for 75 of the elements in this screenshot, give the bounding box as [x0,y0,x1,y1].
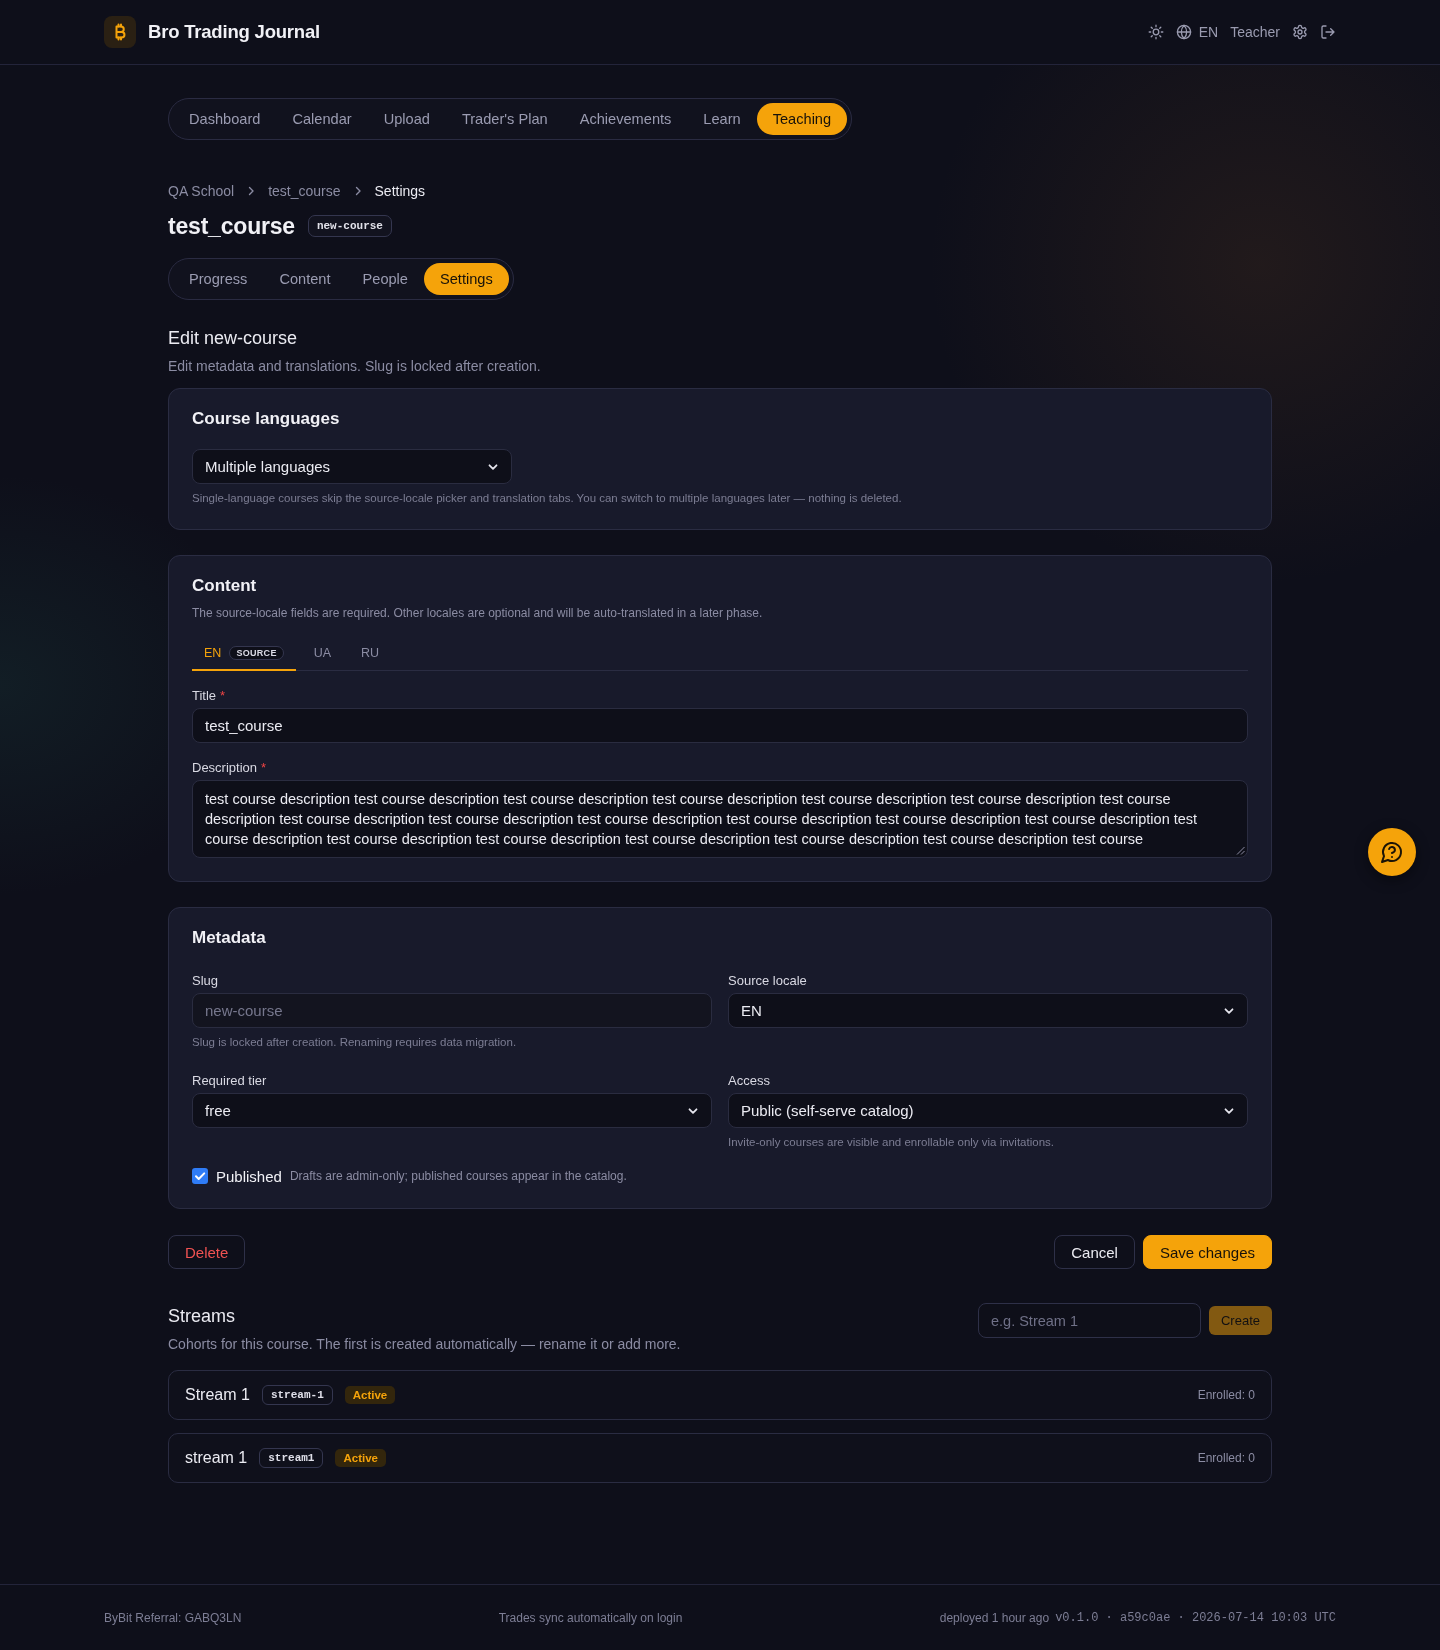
dropdown-select[interactable]: EN [728,993,1248,1028]
slug-badge: stream1 [259,1448,324,1468]
card-title: Metadata [192,927,267,949]
nav-tab[interactable]: Teaching [756,103,848,135]
field-label: Slug [192,972,219,990]
required-mark: * [261,759,267,777]
text-area[interactable]: test course description test course description test course description test course description test course description test course description test course description test course description test course description test course description test course description test course description test course description test course description test course description test course description test course description test course description test course description test course [192,780,1248,858]
status-badge: Active [335,1449,386,1467]
section-subtitle: Edit metadata and translations. Slug is locked after creation. [168,357,542,376]
card-title: Content [192,575,258,597]
dropdown-select[interactable]: Multiple languages [192,449,512,484]
required-mark: * [220,687,226,705]
resize-handle-icon [1236,846,1245,855]
enrolled-count: Enrolled: 0 [1197,1451,1255,1465]
slug-badge: stream-1 [261,1385,333,1405]
breadcrumb-current: Settings [374,182,426,201]
locale-tab[interactable]: UA [301,636,344,671]
help-icon [1380,840,1404,864]
app-title: Bro Trading Journal [148,21,320,43]
course-tab[interactable]: Progress [173,263,264,295]
settings-icon[interactable] [1292,24,1308,40]
help-button[interactable] [1368,828,1416,876]
nav-tab[interactable]: Achievements [563,103,688,135]
field-label: Required tier [192,1072,267,1090]
field-label: Description [192,759,258,777]
dropdown-select[interactable]: free [192,1093,712,1128]
text-input[interactable]: test_course [192,708,1248,743]
help-text: Single-language courses skip the source-locale picker and translation tabs. You can switch to multiple languages later — nothing is deleted. [192,491,903,506]
card-title: Course languages [192,408,341,430]
globe-icon [1175,24,1192,40]
course-title: test_course [168,212,295,241]
bitcoin-logo-icon [104,16,136,48]
card-subtitle: The source-locale fields are required. Other locales are optional and will be auto-translated in a later phase. [192,605,764,621]
hint-text: Drafts are admin-only; published courses appear in the catalog. [289,1169,627,1183]
course-tab[interactable]: People [346,263,424,295]
stream-name-input[interactable]: e.g. Stream 1 [977,1303,1201,1338]
course-tab[interactable]: Settings [424,263,509,295]
source-badge: SOURCE [229,645,284,660]
field-label: Title [192,687,217,705]
nav-tab[interactable]: Calendar [276,103,368,135]
nav-tab[interactable]: Dashboard [173,103,277,135]
breadcrumb-link[interactable]: test_course [268,181,341,201]
checkbox-label: Published [216,1167,282,1185]
course-tab[interactable]: Content [263,263,347,295]
referral-text: ByBit Referral: GABQ3LN [104,1610,242,1625]
section-title: Edit new-course [168,327,299,350]
help-text: Invite-only courses are visible and enrollable only via invitations. [728,1135,1055,1150]
dropdown-select[interactable]: Public (self-serve catalog) [728,1093,1248,1128]
stream-name: Stream 1 [185,1386,250,1404]
sync-status-text: Trades sync automatically on login [498,1610,683,1625]
streams-subtitle: Cohorts for this course. The first is created automatically — rename it or add more. [168,1335,681,1354]
sun-icon[interactable] [1147,24,1164,40]
save-button[interactable]: Save changes [1142,1235,1272,1269]
stream-name: stream 1 [185,1449,248,1467]
locale-tab[interactable]: EN SOURCE [192,636,296,671]
nav-tab[interactable]: Trader's Plan [445,103,564,135]
breadcrumb-link[interactable]: QA School [168,181,235,201]
enrolled-count: Enrolled: 0 [1197,1388,1255,1402]
status-badge: Active [344,1386,396,1404]
help-text: Slug is locked after creation. Renaming requires data migration. [192,1035,518,1050]
deploy-time: deployed 1 hour ago [939,1610,1050,1625]
field-label: Source locale [728,972,807,990]
slug-badge: new-course [307,215,392,237]
streams-title: Streams [168,1305,237,1328]
build-info: v0.1.0 · a59c0ae · 2026-07-14 10:03 UTC [1055,1610,1336,1625]
cancel-button[interactable]: Cancel [1054,1235,1135,1269]
field-label: Access [728,1072,770,1090]
logout-icon[interactable] [1320,24,1336,40]
language-button[interactable]: EN [1175,24,1219,40]
published-checkbox[interactable] [192,1168,208,1184]
role-label: Teacher [1230,24,1280,40]
nav-tab[interactable]: Learn [687,103,757,135]
locale-tab[interactable]: RU [349,636,392,671]
nav-tab[interactable]: Upload [367,103,446,135]
delete-button[interactable]: Delete [168,1235,246,1269]
